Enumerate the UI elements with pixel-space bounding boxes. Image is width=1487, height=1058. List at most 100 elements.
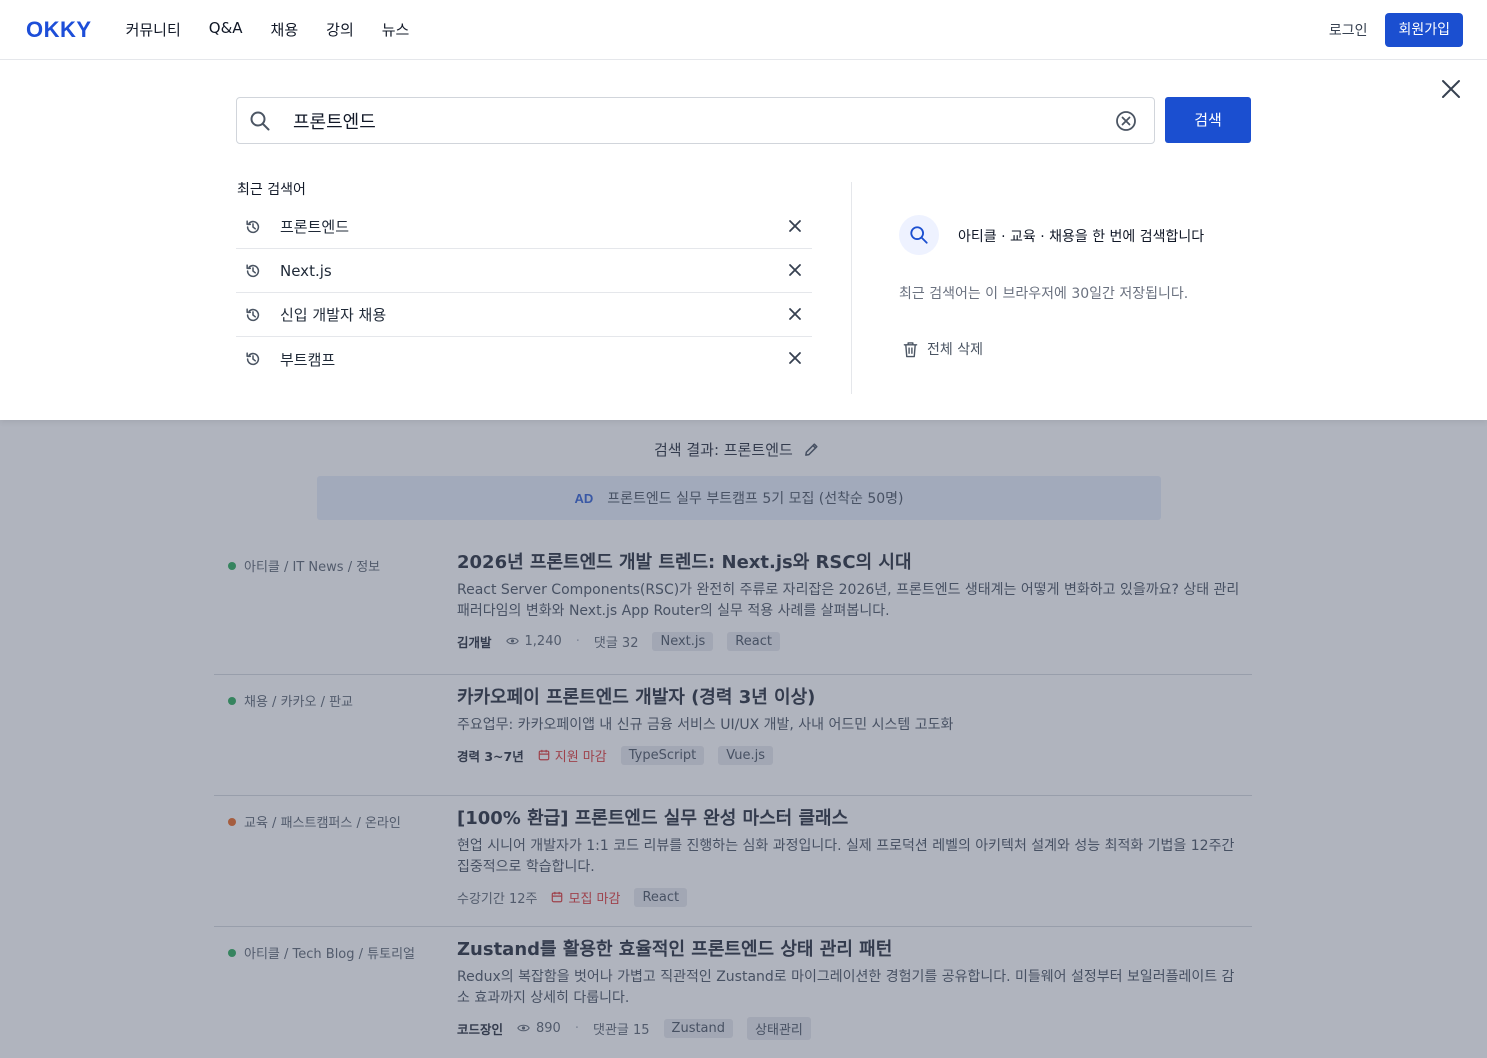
eye-icon — [517, 1024, 530, 1032]
top-header: OKKY 커뮤니티 Q&A 채용 강의 뉴스 로그인 회원가입 — [0, 0, 1487, 60]
post-category: 아티클 / Tech Blog / 튜토리얼 — [228, 943, 415, 962]
ad-tag: AD — [574, 490, 594, 506]
result-item[interactable]: 교육 / 패스트캠퍼스 / 온라인 [100% 환급] 프론트엔드 실무 완성 … — [214, 796, 1252, 927]
post-description: Redux의 복잡함을 벗어나 가볍고 직관적인 Zustand로 마이그레이션… — [457, 969, 1235, 1006]
info-search-badge — [899, 215, 939, 255]
recent-searches-list: 프론트엔드 Next.js 신입 개발자 채용 부트캠프 — [236, 205, 812, 381]
meta-separator: · — [575, 633, 580, 649]
ad-text: 프론트엔드 실무 부트캠프 5기 모집 (선착순 50명) — [607, 491, 904, 507]
result-item[interactable]: 아티클 / IT News / 정보 2026년 프론트엔드 개발 트렌드: N… — [214, 540, 1252, 675]
remove-recent-icon[interactable] — [788, 263, 802, 277]
search-input[interactable] — [293, 104, 1093, 138]
post-career: 경력 3~7년 — [457, 748, 524, 764]
post-comments: 댓관글 15 — [592, 1022, 650, 1038]
calendar-icon — [552, 891, 563, 903]
post-views-count: 890 — [536, 1020, 561, 1036]
search-overlay: 검색 최근 검색어 프론트엔드 Next.js 신입 개발자 채용 부트캠프 — [0, 60, 1487, 420]
recent-item[interactable]: 신입 개발자 채용 — [236, 293, 812, 337]
status-label: 지원 마감 — [554, 749, 607, 765]
category-dot — [228, 561, 236, 570]
post-body: 카카오페이 프론트엔드 개발자 (경력 3년 이상) 주요업무: 카카오페이앱 … — [457, 685, 1247, 766]
logo[interactable]: OKKY — [26, 17, 92, 43]
login-link[interactable]: 로그인 — [1329, 20, 1368, 40]
remove-recent-icon[interactable] — [788, 307, 802, 321]
post-author: 코드장인 — [457, 1021, 504, 1037]
remove-recent-icon[interactable] — [788, 351, 802, 365]
nav-qna[interactable]: Q&A — [209, 19, 243, 40]
post-body: [100% 환급] 프론트엔드 실무 완성 마스터 클래스 현업 시니어 개발자… — [457, 806, 1247, 908]
post-views: 890 — [517, 1021, 561, 1036]
close-icon[interactable] — [1440, 78, 1462, 100]
recent-searches-title: 최근 검색어 — [237, 182, 306, 198]
history-icon — [246, 352, 260, 366]
divider — [851, 182, 852, 394]
post-views-count: 1,240 — [524, 633, 562, 649]
post-meta: 경력 3~7년 지원 마감 TypeScript Vue.js — [457, 744, 1247, 766]
post-category-label: 아티클 / Tech Blog / 튜토리얼 — [244, 947, 415, 962]
post-title[interactable]: Zustand를 활용한 효율적인 프론트엔드 상태 관리 패턴 — [457, 937, 1247, 963]
post-category-label: 채용 / 카카오 / 판교 — [244, 695, 354, 710]
post-category: 아티클 / IT News / 정보 — [228, 556, 380, 575]
post-tag[interactable]: Zustand — [663, 1018, 734, 1038]
post-title[interactable]: 2026년 프론트엔드 개발 트렌드: Next.js와 RSC의 시대 — [457, 550, 1247, 576]
category-dot — [228, 696, 236, 705]
header-actions: 로그인 회원가입 — [1329, 12, 1463, 47]
status-badge: 모집 마감 — [551, 888, 620, 907]
post-tag[interactable]: React — [634, 887, 688, 907]
signup-button[interactable]: 회원가입 — [1385, 12, 1463, 47]
post-tag[interactable]: React — [727, 631, 780, 651]
search-box — [236, 97, 1155, 144]
delete-all-label: 전체 삭제 — [927, 342, 983, 358]
result-item[interactable]: 채용 / 카카오 / 판교 카카오페이 프론트엔드 개발자 (경력 3년 이상)… — [214, 675, 1252, 796]
results-heading-text: 검색 결과: 프론트엔드 — [654, 441, 793, 459]
post-tag[interactable]: Vue.js — [718, 745, 774, 765]
eye-icon — [505, 637, 519, 645]
nav-lectures[interactable]: 강의 — [326, 19, 354, 40]
nav-news[interactable]: 뉴스 — [382, 19, 410, 40]
post-tag[interactable]: TypeScript — [620, 745, 705, 765]
category-dot — [228, 817, 236, 826]
recent-item-label: 신입 개발자 채용 — [280, 306, 387, 324]
recent-item-label: 프론트엔드 — [280, 218, 350, 236]
post-tag[interactable]: 상태관리 — [747, 1016, 811, 1040]
recent-item[interactable]: Next.js — [236, 249, 812, 293]
trash-icon — [903, 341, 918, 357]
recent-item-label: 부트캠프 — [280, 350, 336, 369]
pencil-icon[interactable] — [803, 441, 820, 458]
post-duration: 수강기간 12주 — [457, 891, 538, 907]
search-button[interactable]: 검색 — [1165, 97, 1251, 143]
nav-jobs[interactable]: 채용 — [271, 19, 299, 40]
category-dot — [228, 948, 236, 957]
search-icon — [250, 111, 270, 131]
post-views: 1,240 — [505, 633, 562, 649]
results-heading: 검색 결과: 프론트엔드 — [654, 439, 820, 460]
search-icon — [910, 226, 928, 244]
recent-item-label: Next.js — [280, 261, 332, 280]
post-category: 교육 / 패스트캠퍼스 / 온라인 — [228, 812, 401, 831]
post-body: Zustand를 활용한 효율적인 프론트엔드 상태 관리 패턴 Redux의 … — [457, 937, 1247, 1040]
post-body: 2026년 프론트엔드 개발 트렌드: Next.js와 RSC의 시대 Rea… — [457, 550, 1247, 652]
status-label: 모집 마감 — [568, 891, 621, 907]
result-item[interactable]: 아티클 / Tech Blog / 튜토리얼 Zustand를 활용한 효율적인… — [214, 927, 1252, 1058]
post-meta: 김개발 1,240 · 댓글 32 Next.js React — [457, 630, 1247, 652]
status-badge: 지원 마감 — [538, 746, 607, 765]
post-author: 김개발 — [457, 634, 492, 650]
post-title[interactable]: 카카오페이 프론트엔드 개발자 (경력 3년 이상) — [457, 685, 1247, 711]
delete-all-button[interactable]: 전체 삭제 — [903, 339, 983, 359]
post-meta: 코드장인 890 · 댓관글 15 Zustand 상태관리 — [457, 1016, 1247, 1040]
ad-banner[interactable]: AD 프론트엔드 실무 부트캠프 5기 모집 (선착순 50명) — [317, 476, 1161, 520]
nav-community[interactable]: 커뮤니티 — [126, 19, 181, 40]
meta-separator: · — [574, 1020, 579, 1036]
post-comments: 댓글 32 — [593, 635, 639, 651]
post-description: 현업 시니어 개발자가 1:1 코드 리뷰를 진행하는 심화 과정입니다. 실제… — [457, 838, 1235, 875]
calendar-icon — [538, 749, 550, 761]
post-tag[interactable]: Next.js — [652, 631, 714, 651]
recent-item[interactable]: 부트캠프 — [236, 337, 812, 381]
post-title[interactable]: [100% 환급] 프론트엔드 실무 완성 마스터 클래스 — [457, 806, 1247, 832]
remove-recent-icon[interactable] — [788, 219, 802, 233]
info-description: 최근 검색어는 이 브라우저에 30일간 저장됩니다. — [899, 286, 1189, 302]
clear-search-icon[interactable] — [1114, 109, 1138, 133]
post-meta: 수강기간 12주 모집 마감 React — [457, 886, 1247, 908]
post-category: 채용 / 카카오 / 판교 — [228, 691, 353, 710]
recent-item[interactable]: 프론트엔드 — [236, 205, 812, 249]
